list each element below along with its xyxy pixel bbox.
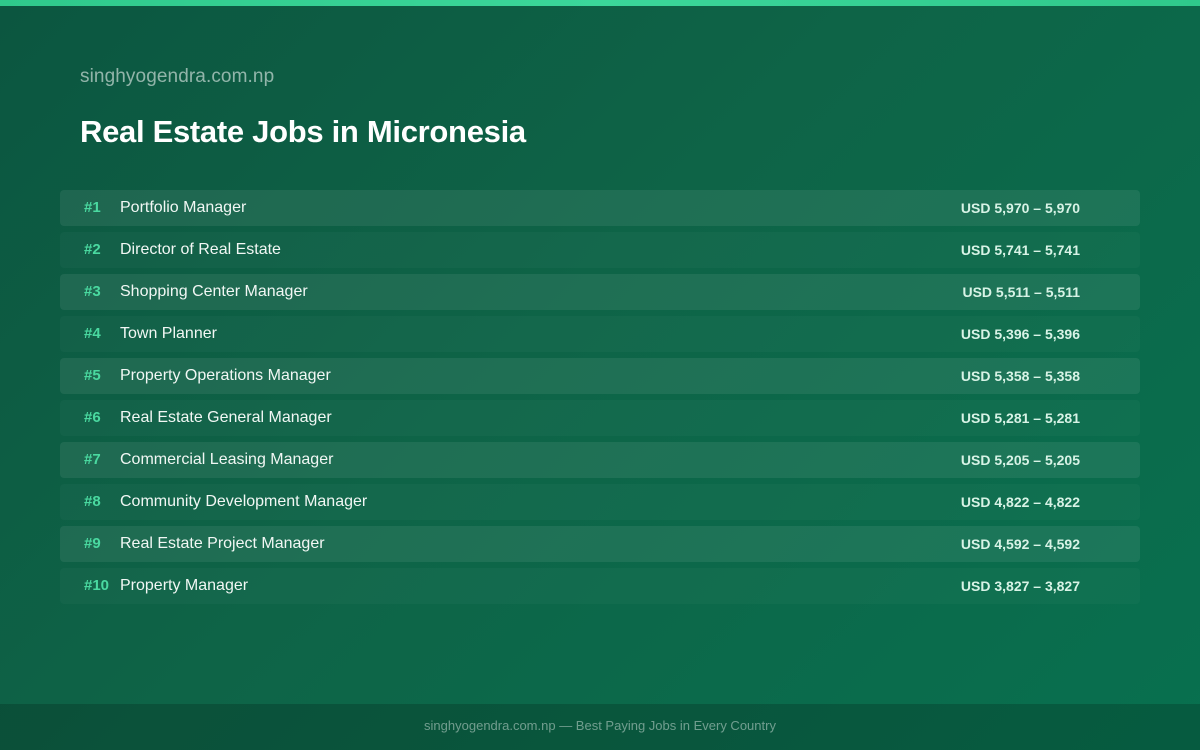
job-title: Commercial Leasing Manager — [120, 451, 334, 468]
job-row: #9 Real Estate Project Manager USD 4,592… — [60, 526, 1140, 562]
job-title: Property Operations Manager — [120, 367, 331, 384]
job-title: Portfolio Manager — [120, 199, 247, 216]
job-rank: #8 — [84, 493, 101, 510]
job-row: #4 Town Planner USD 5,396 – 5,396 — [60, 316, 1140, 352]
top-accent-bar — [0, 0, 1200, 6]
job-title: Town Planner — [120, 325, 217, 342]
footer: singhyogendra.com.np — Best Paying Jobs … — [0, 704, 1200, 750]
job-row: #6 Real Estate General Manager USD 5,281… — [60, 400, 1140, 436]
job-title: Shopping Center Manager — [120, 283, 308, 300]
job-salary: USD 5,281 – 5,281 — [960, 410, 1080, 426]
job-salary: USD 5,358 – 5,358 — [960, 368, 1080, 384]
job-list: #1 Portfolio Manager USD 5,970 – 5,970 #… — [60, 190, 1140, 610]
job-rank: #10 — [84, 577, 110, 594]
job-salary: USD 3,827 – 3,827 — [960, 578, 1080, 594]
job-row: #10 Property Manager USD 3,827 – 3,827 — [60, 568, 1140, 604]
job-salary: USD 4,592 – 4,592 — [960, 536, 1080, 552]
job-row: #7 Commercial Leasing Manager USD 5,205 … — [60, 442, 1140, 478]
job-rank: #7 — [84, 451, 101, 468]
job-rank: #6 — [84, 409, 101, 426]
job-salary: USD 5,396 – 5,396 — [960, 326, 1080, 342]
job-row: #1 Portfolio Manager USD 5,970 – 5,970 — [60, 190, 1140, 226]
site-name: singhyogendra.com.np — [80, 66, 275, 87]
job-row: #8 Community Development Manager USD 4,8… — [60, 484, 1140, 520]
job-title: Community Development Manager — [120, 493, 368, 510]
job-rank: #4 — [84, 325, 101, 342]
job-title: Property Manager — [120, 577, 249, 594]
job-rank: #3 — [84, 283, 101, 300]
job-title: Director of Real Estate — [120, 241, 281, 258]
job-title: Real Estate Project Manager — [120, 535, 325, 552]
page-title: Real Estate Jobs in Micronesia — [80, 114, 526, 149]
job-rank: #5 — [84, 367, 101, 384]
job-title: Real Estate General Manager — [120, 409, 332, 426]
footer-text: singhyogendra.com.np — Best Paying Jobs … — [424, 718, 776, 733]
job-salary: USD 5,741 – 5,741 — [960, 242, 1080, 258]
job-row: #3 Shopping Center Manager USD 5,511 – 5… — [60, 274, 1140, 310]
job-salary: USD 5,511 – 5,511 — [962, 284, 1080, 300]
job-salary: USD 5,205 – 5,205 — [960, 452, 1080, 468]
job-rank: #1 — [84, 199, 101, 216]
job-row: #2 Director of Real Estate USD 5,741 – 5… — [60, 232, 1140, 268]
job-salary: USD 4,822 – 4,822 — [960, 494, 1080, 510]
job-row: #5 Property Operations Manager USD 5,358… — [60, 358, 1140, 394]
job-rank: #9 — [84, 535, 101, 552]
job-rank: #2 — [84, 241, 101, 258]
job-salary: USD 5,970 – 5,970 — [960, 200, 1080, 216]
